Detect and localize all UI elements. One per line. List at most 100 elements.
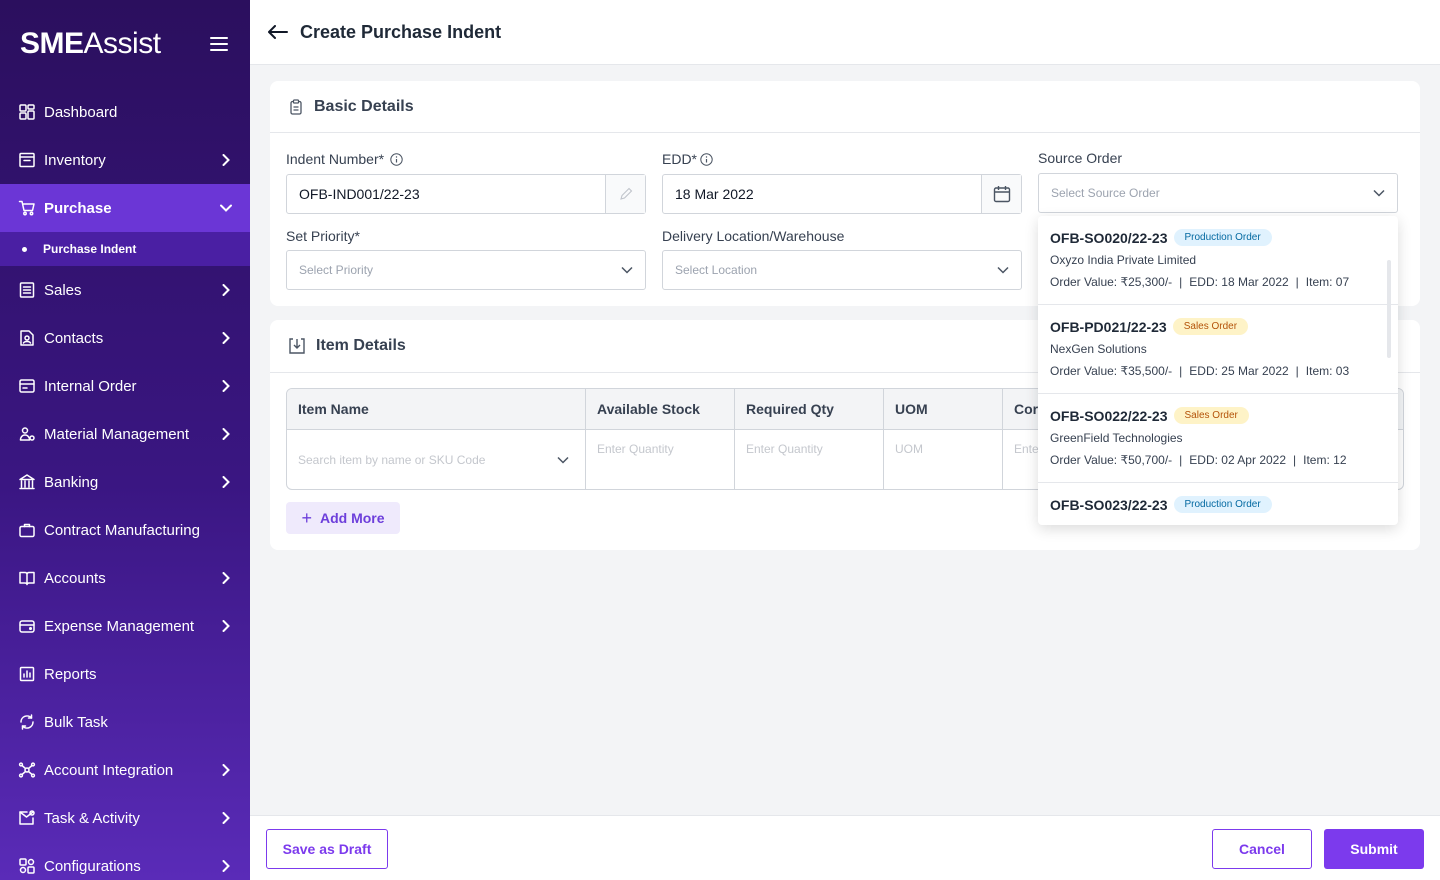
- sidebar-item-reports[interactable]: Reports: [0, 650, 250, 698]
- sidebar-item-expense-management[interactable]: Expense Management: [0, 602, 250, 650]
- chevron-right-icon: [220, 572, 232, 584]
- customer-name: GreenField Technologies: [1050, 431, 1183, 445]
- source-order-option[interactable]: OFB-SO020/22-23 Production Order Oxyzo Ind…: [1038, 216, 1398, 305]
- material-icon: [18, 425, 36, 443]
- info-icon[interactable]: [390, 152, 403, 166]
- sidebar-item-sales[interactable]: Sales: [0, 266, 250, 314]
- chevron-down-icon: [557, 453, 569, 467]
- logo-row: SMEAssist: [0, 0, 250, 88]
- priority-placeholder: Select Priority: [299, 263, 374, 277]
- sidebar-item-inventory[interactable]: Inventory: [0, 136, 250, 184]
- basic-details-title: Basic Details: [314, 97, 414, 115]
- submit-button[interactable]: Submit: [1324, 829, 1424, 869]
- order-items: Item: 07: [1305, 275, 1350, 289]
- sidebar-item-label: Purchase: [44, 199, 112, 217]
- chevron-right-icon: [220, 860, 232, 872]
- order-edd: EDD: 02 Apr 2022: [1189, 453, 1287, 467]
- sidebar-item-account-integration[interactable]: Account Integration: [0, 746, 250, 794]
- sidebar-item-dashboard[interactable]: Dashboard: [0, 88, 250, 136]
- source-order-dropdown: OFB-SO020/22-23 Production Order Oxyzo Ind…: [1038, 216, 1398, 525]
- location-select[interactable]: Select Location: [662, 250, 1022, 290]
- source-order-label: Source Order: [1038, 150, 1123, 166]
- sidebar-item-label: Expense Management: [44, 617, 195, 635]
- order-code: OFB-SO020/22-23: [1050, 229, 1168, 246]
- separator: |: [1179, 275, 1183, 289]
- chevron-down-icon: [220, 202, 232, 214]
- chevron-right-icon: [220, 764, 232, 776]
- sidebar-item-label: Inventory: [44, 151, 106, 169]
- separator: |: [1295, 364, 1299, 378]
- edd-date-field[interactable]: 18 Mar 2022: [662, 174, 1022, 214]
- cancel-button[interactable]: Cancel: [1212, 829, 1312, 869]
- sidebar: SMEAssist Dashboard Inventory Purchase Purc…: [0, 0, 250, 880]
- uom-input[interactable]: UOM: [884, 430, 1003, 489]
- sidebar-item-accounts[interactable]: Accounts: [0, 554, 250, 602]
- book-icon: [18, 569, 36, 587]
- source-order-select[interactable]: Select Source Order: [1038, 173, 1398, 213]
- sidebar-item-material-management[interactable]: Material Management: [0, 410, 250, 458]
- sidebar-item-purchase[interactable]: Purchase: [0, 184, 250, 232]
- internal-order-icon: [18, 377, 36, 395]
- sidebar-item-label: Banking: [44, 473, 99, 491]
- download-box-icon: [288, 337, 306, 355]
- order-type-badge: Sales Order: [1173, 407, 1249, 424]
- menu-toggle-icon[interactable]: [210, 37, 230, 51]
- order-value: Order Value: ₹50,700/-: [1050, 453, 1173, 467]
- sidebar-item-label: Bulk Task: [44, 713, 108, 731]
- inventory-icon: [18, 151, 36, 169]
- sidebar-subitem-purchase-indent[interactable]: Purchase Indent: [0, 232, 250, 266]
- priority-select[interactable]: Select Priority: [286, 250, 646, 290]
- basic-details-header: Basic Details: [270, 81, 1420, 133]
- chevron-right-icon: [220, 284, 232, 296]
- calendar-icon[interactable]: [981, 175, 1021, 213]
- item-details-title: Item Details: [316, 337, 406, 354]
- sidebar-item-bulk-task[interactable]: Bulk Task: [0, 698, 250, 746]
- order-value: Order Value: ₹35,500/-: [1050, 364, 1173, 378]
- sidebar-item-label: Reports: [44, 665, 97, 683]
- sidebar-item-task-activity[interactable]: Task & Activity: [0, 794, 250, 842]
- column-header-available-stock: Available Stock: [586, 389, 735, 429]
- indent-number-value: OFB-IND001/22-23: [299, 186, 420, 202]
- bank-icon: [18, 473, 36, 491]
- back-arrow-icon[interactable]: [268, 24, 290, 40]
- source-order-option[interactable]: OFB-SO023/22-23 Production Order: [1038, 483, 1398, 525]
- source-order-option[interactable]: OFB-SO022/22-23 Sales Order GreenField Tec…: [1038, 394, 1398, 483]
- indent-number-field[interactable]: OFB-IND001/22-23: [286, 174, 646, 214]
- page-header: Create Purchase Indent: [250, 0, 1440, 65]
- location-placeholder: Select Location: [675, 263, 758, 277]
- source-order-placeholder: Select Source Order: [1051, 186, 1160, 200]
- sidebar-item-contract-manufacturing[interactable]: Contract Manufacturing: [0, 506, 250, 554]
- dropdown-scrollbar[interactable]: [1387, 260, 1391, 358]
- source-order-option[interactable]: OFB-PD021/22-23 Sales Order NexGen Solutio…: [1038, 305, 1398, 394]
- sidebar-item-label: Contract Manufacturing: [44, 521, 200, 539]
- save-draft-button[interactable]: Save as Draft: [266, 829, 388, 869]
- edd-value: 18 Mar 2022: [675, 186, 754, 202]
- sidebar-item-label: Contacts: [44, 329, 104, 347]
- required-qty-input[interactable]: Enter Quantity: [735, 430, 884, 489]
- sidebar-item-contacts[interactable]: Contacts: [0, 314, 250, 362]
- sidebar-subitem-label: Purchase Indent: [43, 242, 137, 256]
- available-stock-input[interactable]: Enter Quantity: [586, 430, 735, 489]
- order-code: OFB-SO023/22-23: [1050, 496, 1168, 513]
- info-icon[interactable]: [700, 152, 713, 166]
- chevron-right-icon: [220, 476, 232, 488]
- sidebar-item-internal-order[interactable]: Internal Order: [0, 362, 250, 410]
- separator: |: [1179, 453, 1183, 467]
- app-logo[interactable]: SMEAssist: [20, 27, 161, 61]
- order-value: Order Value: ₹25,300/-: [1050, 275, 1173, 289]
- chevron-right-icon: [220, 332, 232, 344]
- order-edd: EDD: 18 Mar 2022: [1189, 275, 1289, 289]
- option-header: OFB-PD021/22-23 Sales Order: [1050, 318, 1386, 335]
- network-icon: [18, 761, 36, 779]
- sidebar-item-banking[interactable]: Banking: [0, 458, 250, 506]
- edd-label: EDD*: [662, 151, 713, 167]
- order-meta: Order Value: ₹35,500/- | EDD: 25 Mar 2022 |…: [1050, 364, 1386, 378]
- sales-icon: [18, 281, 36, 299]
- add-more-button[interactable]: + Add More: [286, 502, 400, 534]
- sidebar-nav: Dashboard Inventory Purchase Purchase Inden…: [0, 88, 250, 880]
- item-search-select[interactable]: Search item by name or SKU Code: [287, 430, 586, 489]
- edit-pencil-icon[interactable]: [605, 175, 645, 213]
- dashboard-icon: [18, 103, 36, 121]
- plus-icon: +: [301, 507, 312, 528]
- sidebar-item-configurations[interactable]: Configurations: [0, 842, 250, 880]
